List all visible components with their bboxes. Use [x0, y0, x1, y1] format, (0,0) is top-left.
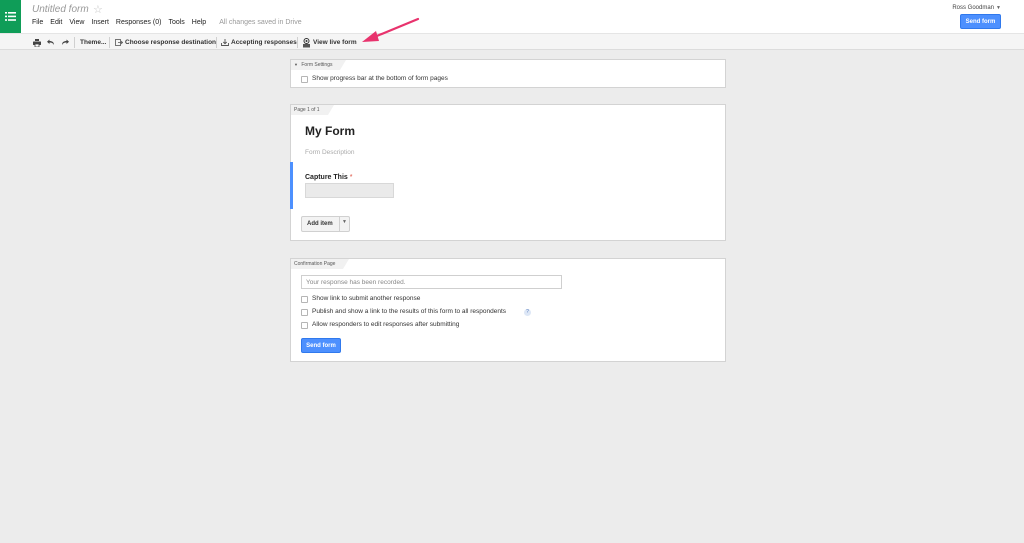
submit-another-checkbox[interactable] [301, 296, 308, 303]
toolbar-divider [297, 37, 298, 48]
document-title[interactable]: Untitled form [32, 4, 89, 15]
theme-button[interactable]: Theme... [80, 36, 106, 49]
add-item-dropdown-icon[interactable]: ▼ [342, 219, 347, 225]
progress-bar-checkbox[interactable] [301, 76, 308, 83]
menu-edit[interactable]: Edit [50, 19, 62, 26]
view-live-form-label: View live form [313, 39, 357, 46]
account-name[interactable]: Ross Goodman [952, 5, 994, 11]
account-caret-icon[interactable]: ▼ [996, 5, 1001, 11]
form-settings-tab[interactable]: ▼ Form Settings [291, 60, 348, 70]
menu-file[interactable]: File [32, 19, 43, 26]
add-item-label: Add item [307, 221, 333, 227]
toolbar-divider [109, 37, 110, 48]
top-bar: Untitled form ☆ File Edit View Insert Re… [0, 0, 1024, 33]
destination-icon [115, 39, 123, 46]
edit-responses-label: Allow responders to edit responses after… [312, 321, 460, 328]
toolbar: Theme... Choose response destination Acc… [0, 33, 1024, 50]
choose-destination-label: Choose response destination [125, 39, 217, 46]
add-item-divider [339, 217, 340, 231]
menu-view[interactable]: View [69, 19, 84, 26]
progress-bar-label: Show progress bar at the bottom of form … [312, 75, 448, 82]
form-settings-title: Form Settings [301, 62, 333, 68]
add-item-button[interactable]: Add item ▼ [301, 216, 350, 232]
accepting-responses-button[interactable]: Accepting responses [221, 36, 297, 49]
redo-icon[interactable] [61, 36, 69, 49]
toolbar-divider [74, 37, 75, 48]
form-title[interactable]: My Form [305, 124, 355, 138]
menu-bar: File Edit View Insert Responses (0) Tool… [32, 19, 302, 26]
form-settings-panel: ▼ Form Settings Show progress bar at the… [290, 59, 726, 88]
send-form-button[interactable]: Send form [960, 14, 1001, 29]
view-live-form-button[interactable]: View live form [302, 36, 357, 49]
toolbar-divider [216, 37, 217, 48]
form-description-field[interactable]: Form Description [305, 149, 354, 156]
forms-app-icon[interactable] [0, 0, 21, 33]
accepting-responses-label: Accepting responses [231, 39, 297, 46]
undo-icon[interactable] [47, 36, 55, 49]
question-title-text: Capture This [305, 174, 348, 181]
question-selected-indicator [290, 162, 293, 209]
menu-help[interactable]: Help [192, 19, 206, 26]
confirmation-panel: Confirmation Page Your response has been… [290, 258, 726, 362]
download-icon [221, 39, 229, 46]
page-tab: Page 1 of 1 [291, 105, 334, 115]
menu-responses[interactable]: Responses (0) [116, 19, 162, 26]
question-answer-input[interactable] [305, 183, 394, 198]
send-form-bottom-button[interactable]: Send form [301, 338, 341, 353]
live-form-icon [303, 37, 310, 47]
publish-results-label: Publish and show a link to the results o… [312, 308, 507, 315]
page-panel: Page 1 of 1 My Form Form Description Cap… [290, 104, 726, 241]
annotation-arrow-icon [362, 17, 420, 42]
star-icon[interactable]: ☆ [93, 3, 103, 16]
collapse-caret-icon[interactable]: ▼ [294, 62, 298, 67]
menu-tools[interactable]: Tools [168, 19, 184, 26]
publish-results-checkbox[interactable] [301, 309, 308, 316]
edit-responses-checkbox[interactable] [301, 322, 308, 329]
question-title[interactable]: Capture This * [305, 174, 352, 181]
required-mark: * [349, 174, 353, 181]
save-status: All changes saved in Drive [219, 19, 302, 26]
submit-another-label: Show link to submit another response [312, 295, 421, 302]
choose-destination-button[interactable]: Choose response destination [115, 36, 216, 49]
confirmation-tab: Confirmation Page [291, 259, 350, 269]
print-icon[interactable] [33, 36, 41, 49]
confirmation-message-input[interactable]: Your response has been recorded. [301, 275, 562, 289]
menu-insert[interactable]: Insert [91, 19, 109, 26]
help-icon[interactable]: ? [524, 309, 531, 316]
